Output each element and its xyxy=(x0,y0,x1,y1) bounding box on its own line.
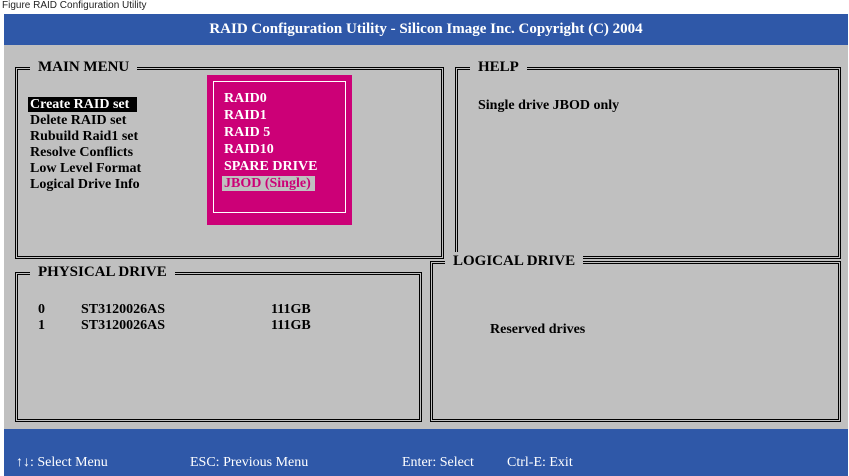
hint-enter-select: Enter: Select xyxy=(402,455,474,470)
menu-item-delete-raid-set[interactable]: Delete RAID set xyxy=(30,113,126,128)
help-text: Single drive JBOD only xyxy=(478,98,620,113)
raid-type-popup-border: RAID0 RAID1 RAID 5 RAID10 SPARE DRIVE JB… xyxy=(213,81,346,213)
physical-drive-title: PHYSICAL DRIVE xyxy=(30,263,175,281)
menu-item-create-raid-set[interactable]: Create RAID set xyxy=(28,97,138,112)
help-panel: HELP Single drive JBOD only xyxy=(455,58,841,259)
drive-size: 111GB xyxy=(271,318,311,333)
key-help-bar: ↑↓: Select Menu ESC: Previous Menu Enter… xyxy=(4,429,848,476)
menu-item-rebuild-raid1-set[interactable]: Rubuild Raid1 set xyxy=(30,129,138,144)
main-menu-title: MAIN MENU xyxy=(30,58,138,76)
bios-screen: MAIN MENU Create RAID set Delete RAID se… xyxy=(4,45,848,429)
physical-drive-panel: PHYSICAL DRIVE 0 ST3120026AS 111GB 1 ST3… xyxy=(15,263,422,422)
title-bar: RAID Configuration Utility - Silicon Ima… xyxy=(4,14,848,45)
figure-caption: Figure RAID Configuration Utility xyxy=(2,0,147,11)
drive-model: ST3120026AS xyxy=(81,318,166,333)
menu-item-logical-drive-info[interactable]: Logical Drive Info xyxy=(30,177,140,192)
physical-drive-row[interactable]: 0 ST3120026AS 111GB xyxy=(18,302,418,317)
logical-drive-text: Reserved drives xyxy=(490,322,586,337)
physical-drive-row[interactable]: 1 ST3120026AS 111GB xyxy=(18,318,418,333)
popup-item-raid0[interactable]: RAID0 xyxy=(224,91,267,106)
popup-item-raid10[interactable]: RAID10 xyxy=(224,142,274,157)
drive-size: 111GB xyxy=(271,302,311,317)
hint-select-menu: ↑↓: Select Menu xyxy=(16,455,108,470)
menu-item-resolve-conflicts[interactable]: Resolve Conflicts xyxy=(30,145,133,160)
popup-item-raid1[interactable]: RAID1 xyxy=(224,108,267,123)
logical-drive-panel: LOGICAL DRIVE Reserved drives xyxy=(430,252,841,422)
raid-type-popup: RAID0 RAID1 RAID 5 RAID10 SPARE DRIVE JB… xyxy=(207,75,352,225)
drive-model: ST3120026AS xyxy=(81,302,166,317)
popup-item-spare-drive[interactable]: SPARE DRIVE xyxy=(224,159,317,174)
popup-item-raid5[interactable]: RAID 5 xyxy=(224,125,270,140)
hint-exit: Ctrl-E: Exit xyxy=(507,455,573,470)
logical-drive-title: LOGICAL DRIVE xyxy=(445,252,584,270)
popup-item-jbod-single[interactable]: JBOD (Single) xyxy=(222,176,315,191)
hint-previous-menu: ESC: Previous Menu xyxy=(190,455,309,470)
drive-index: 0 xyxy=(38,302,45,317)
menu-item-low-level-format[interactable]: Low Level Format xyxy=(30,161,141,176)
help-title: HELP xyxy=(470,58,527,76)
drive-index: 1 xyxy=(38,318,45,333)
